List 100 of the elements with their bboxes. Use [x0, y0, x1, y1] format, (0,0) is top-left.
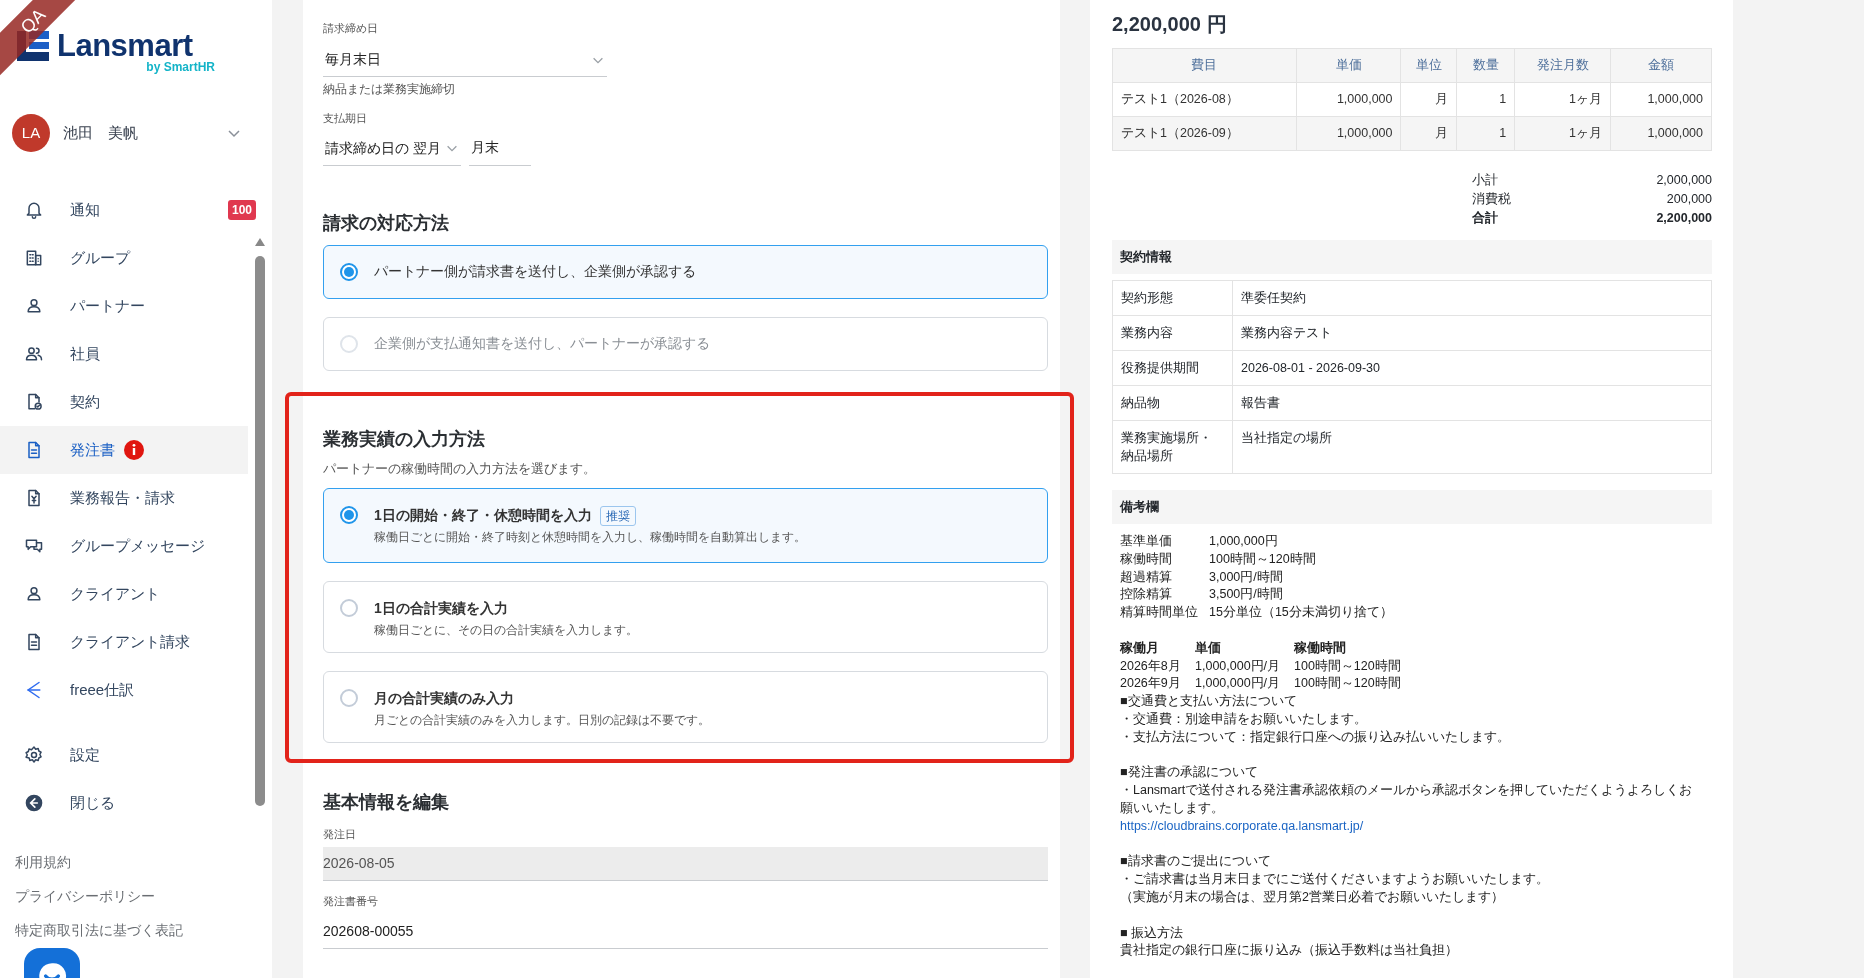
- note-text: 貴社指定の銀行口座に振り込み（振込手数料は当社負担）: [1120, 942, 1459, 960]
- table-cell: 納品物: [1112, 385, 1233, 421]
- person-icon: [24, 296, 44, 316]
- table-cell: 当社指定の場所: [1232, 420, 1712, 474]
- radio-option[interactable]: 1日の合計実績を入力 稼働日ごとに、その日の合計実績を入力します。: [323, 581, 1048, 654]
- total-label: 合計: [1472, 210, 1498, 227]
- radio-option[interactable]: 月の合計実績のみ入力 月ごとの合計実績のみを入力します。日別の記録は不要です。: [323, 671, 1048, 744]
- recommended-tag: 推奨: [599, 505, 636, 526]
- note-text: 100時間～120時間: [1294, 657, 1401, 675]
- nav-item[interactable]: 設定: [0, 731, 256, 779]
- note-text: ■請求書のご提出について: [1120, 853, 1272, 871]
- nav-item[interactable]: クライアント: [0, 570, 256, 618]
- nav-item[interactable]: パートナー: [0, 282, 256, 330]
- nav-item[interactable]: 社員: [0, 330, 256, 378]
- radio-button[interactable]: [340, 262, 358, 281]
- note-text: 精算時間単位: [1120, 604, 1199, 622]
- note-text: 単価: [1195, 639, 1222, 657]
- total-amount: 2,200,000 円: [1112, 12, 1227, 37]
- note-text: ■ 振込方法: [1120, 924, 1185, 942]
- nav-item[interactable]: クライアント請求: [0, 618, 256, 666]
- nav-item[interactable]: 契約: [0, 378, 256, 426]
- column-header: 金額: [1610, 48, 1712, 83]
- footer-link[interactable]: 特定商取引法に基づく表記: [0, 913, 272, 947]
- note-text: 2026年9月: [1120, 675, 1182, 693]
- note-text: 稼働月: [1120, 639, 1160, 657]
- table-cell: 業務実施場所・納品場所: [1112, 420, 1233, 474]
- option-title: 月の合計実績のみ入力: [374, 689, 514, 709]
- column-header: 単位: [1401, 48, 1457, 83]
- nav-item[interactable]: 通知 100: [0, 186, 256, 234]
- column-header: 単価: [1296, 48, 1401, 83]
- note-text: 基準単価: [1120, 533, 1173, 550]
- help-text: 納品または業務実施締切: [323, 82, 456, 98]
- radio-button[interactable]: [340, 599, 358, 618]
- table-cell: 月: [1401, 82, 1457, 117]
- note-text: 15分単位（15分未満切り捨て）: [1209, 604, 1393, 622]
- radio-option[interactable]: 1日の開始・終了・休憩時間を入力 推奨 稼働日ごとに開始・終了時刻と休憩時間を入力し、稼働時間を自動算出します。: [323, 488, 1048, 564]
- day-field[interactable]: 月末: [469, 131, 531, 166]
- nav-item[interactable]: 閉じる: [0, 779, 256, 827]
- table-cell: 1ヶ月: [1514, 82, 1611, 117]
- note-text: 稼働時間: [1294, 639, 1346, 657]
- link[interactable]: https://cloudbrains.corporate.qa.lansmart.jp/: [1120, 818, 1364, 833]
- table-cell: 1,000,000: [1296, 116, 1401, 151]
- table-cell: 1,000,000: [1610, 116, 1712, 151]
- note-text: ■発注書の承認について: [1120, 764, 1259, 782]
- people-icon: [24, 344, 44, 364]
- logo-icon: [17, 30, 49, 61]
- table-cell: テスト1（2026-08）: [1112, 82, 1297, 117]
- table-cell: 業務内容: [1112, 315, 1233, 351]
- logo-subtitle: by SmartHR: [145, 61, 215, 73]
- option-description: 稼働日ごとに、その日の合計実績を入力します。: [374, 623, 638, 639]
- radio-button[interactable]: [340, 689, 358, 708]
- total-label: 消費税: [1472, 191, 1511, 208]
- nav-item[interactable]: freee仕訳: [0, 666, 256, 714]
- field-label: 請求締め日: [323, 22, 379, 36]
- field-label: 支払期日: [323, 112, 368, 126]
- column-header: 費目: [1112, 48, 1297, 83]
- nav-item[interactable]: 業務報告・請求: [0, 474, 256, 522]
- logo-text: Lansmart: [57, 30, 193, 61]
- note-text: 超過精算: [1120, 568, 1173, 586]
- note-text: 1,000,000円/月: [1195, 657, 1282, 675]
- note-text: ■交通費と支払い方法について: [1120, 693, 1298, 711]
- count-badge: 100: [227, 200, 256, 220]
- nav-item[interactable]: グループ: [0, 234, 256, 282]
- note-text: 3,000円/時間: [1209, 568, 1283, 586]
- table-cell: 1,000,000: [1296, 82, 1401, 117]
- person-icon: [24, 584, 44, 604]
- footer-link[interactable]: 利用規約: [0, 845, 272, 879]
- select-field[interactable]: 請求締め日の 翌月: [323, 131, 461, 166]
- note-text: 稼働時間: [1120, 550, 1173, 568]
- radio-option[interactable]: パートナー側が請求書を送付し、企業側が承認する: [323, 244, 1048, 299]
- option-title: 1日の合計実績を入力: [374, 599, 508, 619]
- select-field[interactable]: 毎月末日: [323, 43, 607, 78]
- total-value: 200,000: [1666, 191, 1712, 208]
- note-text: 2026年8月: [1120, 657, 1182, 675]
- field-label: 発注書番号: [323, 895, 379, 909]
- note-text: 1,000,000円: [1209, 533, 1278, 550]
- table-cell: 1: [1456, 116, 1515, 151]
- section-header: 契約情報: [1112, 240, 1712, 274]
- option-description: 稼働日ごとに開始・終了時刻と休憩時間を入力し、稼働時間を自動算出します。: [374, 530, 806, 546]
- note-text: 控除精算: [1120, 586, 1173, 604]
- building-icon: [24, 248, 44, 268]
- nav-item[interactable]: グループメッセージ: [0, 522, 256, 570]
- option-title: 1日の開始・終了・休憩時間を入力: [374, 506, 592, 526]
- note-text: ・支払方法について：指定銀行口座への振り込み払いいたします。: [1120, 728, 1511, 746]
- table-cell: 月: [1401, 116, 1457, 151]
- bell-icon: [24, 200, 44, 220]
- footer-link[interactable]: プライバシーポリシー: [0, 879, 272, 913]
- note-text: 1,000,000円/月: [1195, 675, 1282, 693]
- section-title: 請求の対応方法: [323, 211, 450, 235]
- column-header: 数量: [1456, 48, 1515, 83]
- section-description: パートナーの稼働時間の入力方法を選びます。: [323, 459, 597, 478]
- radio-button[interactable]: [340, 506, 358, 525]
- user-avatar[interactable]: LA: [12, 114, 50, 152]
- nav-item[interactable]: 発注書: [0, 426, 248, 474]
- table-cell: 業務内容テスト: [1232, 315, 1712, 351]
- total-value: 2,200,000: [1656, 210, 1712, 227]
- note-text: 3,500円/時間: [1209, 586, 1283, 604]
- note-text: 100時間～120時間: [1294, 675, 1401, 693]
- table-cell: テスト1（2026-09）: [1112, 116, 1297, 151]
- table-cell: 役務提供期間: [1112, 350, 1233, 386]
